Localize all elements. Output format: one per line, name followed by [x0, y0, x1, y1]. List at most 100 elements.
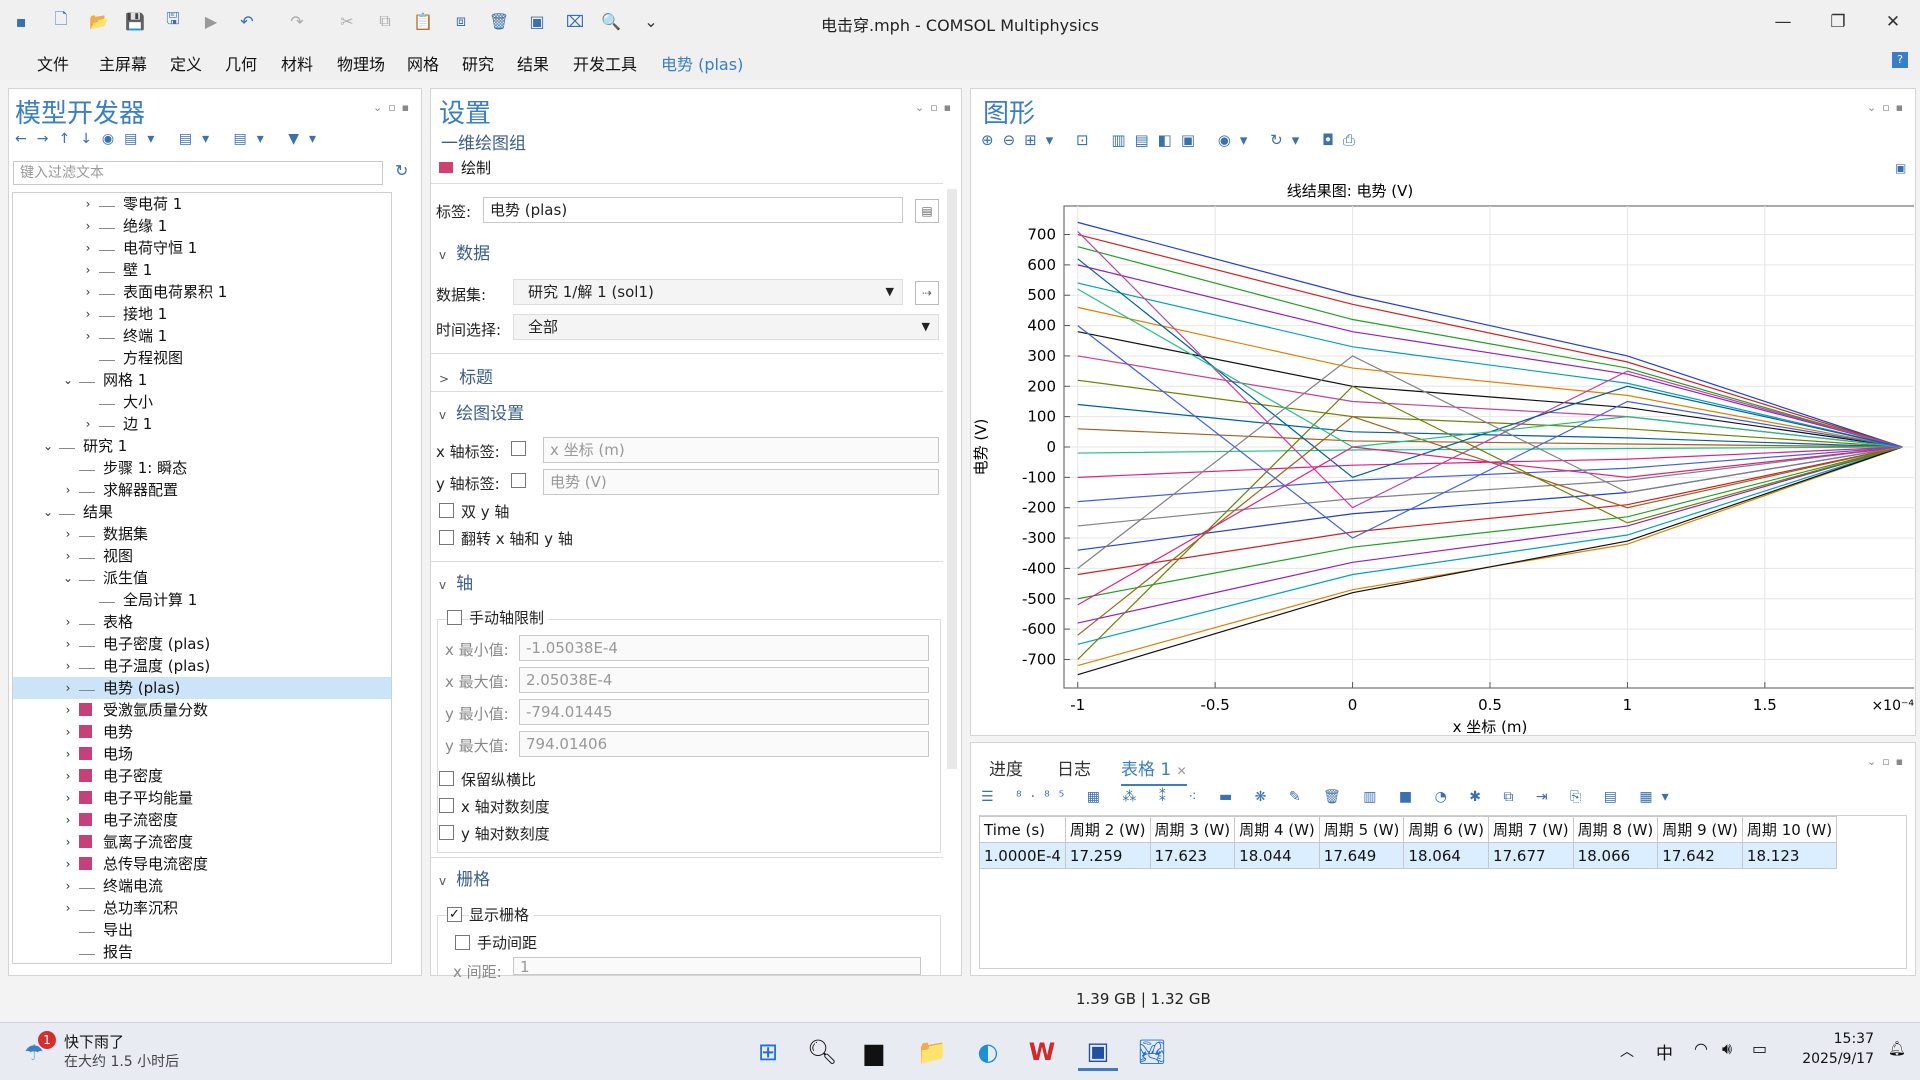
tree-item[interactable]: 大小 — [13, 391, 391, 413]
tree-item[interactable]: 步骤 1: 瞬态 — [13, 457, 391, 479]
table-cell[interactable]: 17.677 — [1488, 842, 1574, 869]
tree-item[interactable]: › 总功率沉积 — [13, 897, 391, 919]
wps-icon[interactable]: W — [1022, 1033, 1062, 1071]
tree-item[interactable]: 导出 — [13, 919, 391, 941]
expand-arrow-icon[interactable]: › — [61, 479, 75, 501]
expand-arrow-icon[interactable]: › — [61, 633, 75, 655]
menu-mesh[interactable]: 网格 — [407, 51, 439, 75]
expand-arrow-icon[interactable]: › — [61, 743, 75, 765]
expand-arrow-icon[interactable]: › — [81, 303, 95, 325]
expand-arrow-icon[interactable]: › — [61, 809, 75, 831]
table-cell[interactable]: 18.044 — [1234, 842, 1320, 869]
expand-arrow-icon[interactable]: › — [81, 325, 95, 347]
tree-item[interactable]: › 表格 — [13, 611, 391, 633]
title-section-header[interactable]: > 标题 — [439, 363, 493, 388]
table-header-cell[interactable]: 周期 10 (W) — [1741, 816, 1838, 843]
x-max-input[interactable]: 2.05038E-4 — [519, 667, 929, 693]
table-cell[interactable]: 18.123 — [1741, 842, 1838, 869]
model-builder-toolbar[interactable]: ←→↑↓◉▤▾ ▤▾ ▤▾ ▼▾ — [15, 131, 326, 147]
tree-item[interactable]: 全局计算 1 — [13, 589, 391, 611]
tree-item[interactable]: › 电子流密度 — [13, 809, 391, 831]
close-tab-icon[interactable]: ✕ — [1177, 764, 1187, 778]
tree-item[interactable]: 方程视图 — [13, 347, 391, 369]
expand-arrow-icon[interactable]: › — [61, 699, 75, 721]
expand-arrow-icon[interactable]: › — [61, 853, 75, 875]
collapse-arrow-icon[interactable]: ⌄ — [41, 435, 55, 457]
table-cell[interactable]: 17.259 — [1064, 842, 1151, 869]
expand-arrow-icon[interactable]: › — [81, 237, 95, 259]
table-header-cell[interactable]: 周期 2 (W) — [1064, 816, 1151, 843]
time-selection-select[interactable]: 全部 ▼ — [513, 314, 939, 340]
expand-arrow-icon[interactable]: › — [61, 787, 75, 809]
tree-item[interactable]: › 视图 — [13, 545, 391, 567]
tree-item[interactable]: ⌄ 派生值 — [13, 567, 391, 589]
tree-item[interactable]: › 终端 1 — [13, 325, 391, 347]
table-header-cell[interactable]: 周期 4 (W) — [1234, 816, 1320, 843]
x-spacing-input[interactable]: 1 — [513, 957, 921, 976]
table-cell[interactable]: 18.066 — [1572, 842, 1659, 869]
file-explorer-icon[interactable]: 📁 — [912, 1033, 952, 1071]
tree-item[interactable]: › 电子平均能量 — [13, 787, 391, 809]
tree-item[interactable]: 报告 — [13, 941, 391, 963]
tree-item[interactable]: ⌄ 网格 1 — [13, 369, 391, 391]
table-row[interactable]: 1.0000E-4 17.259 17.623 18.044 17.649 18.064 1… — [979, 842, 1838, 869]
data-section-header[interactable]: v 数据 — [439, 239, 490, 264]
dual-y-checkbox[interactable] — [439, 503, 454, 518]
collapse-arrow-icon[interactable]: ⌄ — [41, 501, 55, 523]
photos-icon[interactable]: 🏞 — [1132, 1033, 1172, 1071]
comsol-app-icon[interactable]: ▣ — [1078, 1033, 1118, 1071]
tab-progress[interactable]: 进度 — [989, 755, 1023, 780]
menu-definitions[interactable]: 定义 — [170, 51, 202, 75]
grid-section-header[interactable]: v 栅格 — [439, 865, 490, 890]
tab-table-1[interactable]: 表格 1 ✕ — [1121, 755, 1187, 786]
refresh-icon[interactable]: ↻ — [395, 161, 408, 180]
expand-arrow-icon[interactable]: › — [61, 611, 75, 633]
expand-arrow-icon[interactable]: › — [61, 677, 75, 699]
panel-window-controls[interactable]: ⌄▫▪ — [1867, 755, 1909, 768]
tree-item[interactable]: › 求解器配置 — [13, 479, 391, 501]
edge-icon[interactable]: ◐ — [968, 1033, 1008, 1071]
axis-section-header[interactable]: v轴 — [439, 569, 473, 594]
tab-log[interactable]: 日志 — [1057, 755, 1091, 780]
ime-indicator[interactable]: 中 — [1656, 1039, 1673, 1064]
menu-geometry[interactable]: 几何 — [225, 51, 257, 75]
tree-item[interactable]: › 受激氩质量分数 — [13, 699, 391, 721]
minimize-icon[interactable]: — — [1760, 8, 1806, 36]
y-log-checkbox[interactable] — [439, 825, 454, 840]
filter-input[interactable]: 键入过滤文本 — [13, 161, 383, 185]
table-header-cell[interactable]: 周期 5 (W) — [1318, 816, 1405, 843]
panel-window-controls[interactable]: ⌄▫▪ — [373, 101, 415, 114]
expand-arrow-icon[interactable]: › — [61, 897, 75, 919]
settings-scrollbar[interactable] — [947, 189, 957, 769]
tree-item[interactable]: › 电子密度 (plas) — [13, 633, 391, 655]
table-header-cell[interactable]: 周期 3 (W) — [1149, 816, 1236, 843]
tree-item[interactable]: › 边 1 — [13, 413, 391, 435]
results-table[interactable]: Time (s) 周期 2 (W) 周期 3 (W) 周期 4 (W) 周期 5 (W)… — [979, 816, 1838, 869]
table-header-cell[interactable]: Time (s) — [979, 816, 1066, 843]
tree-item[interactable]: › 总传导电流密度 — [13, 853, 391, 875]
expand-arrow-icon[interactable]: › — [81, 215, 95, 237]
battery-icon[interactable]: ▭ — [1752, 1039, 1767, 1058]
menu-context-tab[interactable]: 电势 (plas) — [661, 51, 743, 75]
expand-arrow-icon[interactable]: › — [61, 875, 75, 897]
tree-item[interactable]: › 氩离子流密度 — [13, 831, 391, 853]
menu-file[interactable]: 文件 — [37, 51, 69, 75]
table-header-cell[interactable]: 周期 7 (W) — [1488, 816, 1574, 843]
expand-arrow-icon[interactable]: › — [61, 831, 75, 853]
keep-aspect-checkbox[interactable] — [439, 771, 454, 786]
table-cell[interactable]: 17.649 — [1318, 842, 1405, 869]
chevron-up-icon[interactable]: ︿ — [1620, 1041, 1634, 1061]
collapse-arrow-icon[interactable]: ⌄ — [61, 567, 75, 589]
tree-item[interactable]: ⌄ 研究 1 — [13, 435, 391, 457]
expand-arrow-icon[interactable]: › — [81, 413, 95, 435]
tree-item[interactable]: › 壁 1 — [13, 259, 391, 281]
menu-results[interactable]: 结果 — [517, 51, 549, 75]
panel-window-controls[interactable]: ⌄▫▪ — [915, 101, 957, 114]
plot-button[interactable]: 绘制 — [439, 157, 491, 178]
tree-item[interactable]: › 电子温度 (plas) — [13, 655, 391, 677]
dataset-goto-icon[interactable]: ⇢ — [915, 281, 939, 305]
expand-arrow-icon[interactable]: › — [81, 193, 95, 215]
table-cell[interactable]: 17.623 — [1149, 842, 1236, 869]
line-chart[interactable]: 700 600 500 400 300 200 100 0 -100 -200 -300 -400 -5… — [972, 170, 1914, 736]
y-axis-label-input[interactable]: 电势 (V) — [543, 469, 939, 495]
